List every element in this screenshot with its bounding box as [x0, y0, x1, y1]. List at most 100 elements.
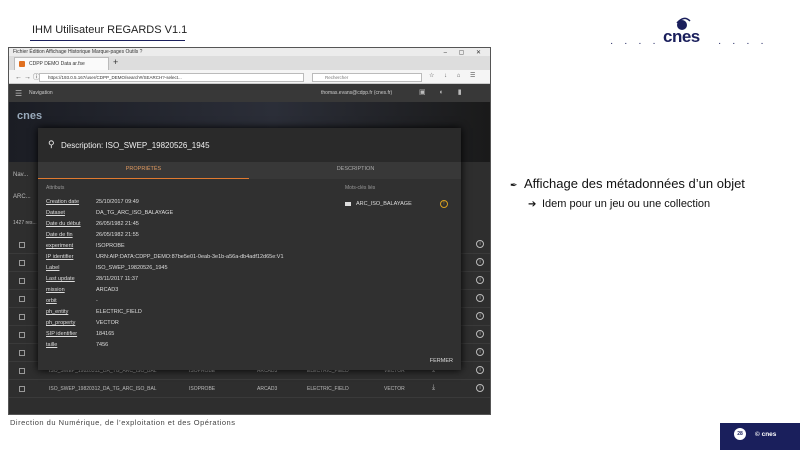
url-field[interactable]: https://193.0.5.167/user/CDPP_DEMO/searc… [39, 73, 304, 82]
browser-toolbar-icons[interactable]: ☆ ↓ ⌂ ☰ [429, 72, 479, 79]
attribute-value: VECTOR [96, 320, 119, 326]
app-logo: cnes [17, 110, 43, 122]
info-icon[interactable]: i [476, 276, 484, 284]
menu-icon[interactable]: ☰ [15, 89, 22, 98]
browser-search-field[interactable]: Rechercher [312, 73, 422, 82]
side-dataset-label[interactable]: ARC... [13, 194, 31, 200]
window-controls[interactable]: – ▢ ✕ [444, 49, 486, 56]
row-id: ISO_SWEP_19820312_DA_TG_ARC_ISO_BAL [49, 386, 157, 392]
row-checkbox[interactable] [19, 242, 25, 248]
browser-tabstrip: Fichier Édition Affichage Historique Mar… [9, 48, 490, 70]
footer-logo: © cnes [755, 431, 777, 438]
info-icon[interactable]: i [476, 348, 484, 356]
info-icon[interactable]: i [476, 240, 484, 248]
user-label[interactable]: thomas.evans@cdpp.fr (cnes.fr) [321, 90, 392, 96]
dialog-tabs: PROPRIÉTÉS DESCRIPTION [38, 162, 461, 179]
row-checkbox[interactable] [19, 350, 25, 356]
attribute-key[interactable]: Dataset [46, 210, 65, 216]
logo-dots-right: · · · · [718, 38, 768, 49]
tab-description[interactable]: DESCRIPTION [250, 162, 461, 179]
logo-dots-left: · · · · [610, 38, 660, 49]
result-count: 1427 res... [13, 220, 37, 226]
attribute-value: ISOPROBE [96, 243, 125, 249]
browser-menubar[interactable]: Fichier Édition Affichage Historique Mar… [9, 48, 490, 56]
attribute-key[interactable]: Label [46, 265, 59, 271]
screenshot: Fichier Édition Affichage Historique Mar… [8, 47, 491, 415]
info-icon[interactable]: i [476, 330, 484, 338]
label-tag-icon [345, 201, 351, 206]
attribute-value: ELECTRIC_FIELD [96, 309, 142, 315]
tags-header: Mots-clés liés [345, 185, 376, 191]
tag-label: ARC_ISO_BALAYAGE [356, 201, 412, 207]
attribute-value: 26/05/1982 21:45 [96, 221, 139, 227]
attribute-value: DA_TG_ARC_ISO_BALAYAGE [96, 210, 174, 216]
new-tab-icon[interactable]: + [113, 57, 118, 67]
row-checkbox[interactable] [19, 368, 25, 374]
address-bar: ← → ⓘ https://193.0.5.167/user/CDPP_DEMO… [9, 70, 490, 84]
dialog-title: Description: ISO_SWEP_19820526_1945 [61, 141, 210, 150]
slide: IHM Utilisateur REGARDS V1.1 · · · · cne… [0, 0, 800, 450]
bullet-main-text: Affichage des métadonnées d’un objet [524, 176, 745, 191]
info-icon[interactable]: i [476, 294, 484, 302]
warning-icon[interactable]: ! [440, 200, 448, 208]
row-checkbox[interactable] [19, 296, 25, 302]
attribute-key[interactable]: Date du début [46, 221, 81, 227]
dialog-header: ⚲ Description: ISO_SWEP_19820526_1945 [38, 128, 461, 162]
attribute-key[interactable]: taille [46, 342, 57, 348]
attribute-key[interactable]: orbit [46, 298, 57, 304]
attribute-key[interactable]: Creation date [46, 199, 79, 205]
bullet-sub: ➔ Idem pour un jeu ou une collection [528, 198, 710, 210]
attribute-value: 25/10/2017 09:49 [96, 199, 139, 205]
attribute-value: 26/05/1982 21:55 [96, 232, 139, 238]
attribute-key[interactable]: Last update [46, 276, 75, 282]
row-property: VECTOR [384, 386, 405, 392]
app-toolbar-icons[interactable]: ▣ ◐ ▮ [419, 88, 468, 96]
row-checkbox[interactable] [19, 260, 25, 266]
row-mission: ARCAD3 [257, 386, 278, 392]
row-checkbox[interactable] [19, 332, 25, 338]
download-icon[interactable]: ⤓ [432, 384, 435, 392]
page-number: 28 [734, 428, 746, 440]
footer-text: Direction du Numérique, de l’exploitatio… [10, 418, 236, 427]
attribute-key[interactable]: experiment [46, 243, 73, 249]
attribute-value: 28/11/2017 11:37 [96, 276, 139, 282]
bullet-icon: ✒ [510, 180, 518, 190]
info-icon[interactable]: i [476, 258, 484, 266]
info-icon[interactable]: i [476, 312, 484, 320]
close-button[interactable]: FERMER [430, 358, 453, 364]
metadata-dialog: ⚲ Description: ISO_SWEP_19820526_1945 PR… [38, 128, 461, 370]
slide-title: IHM Utilisateur REGARDS V1.1 [32, 24, 188, 36]
attribute-value: ISO_SWEP_19820526_1945 [96, 265, 168, 271]
bullet-sub-text: Idem pour un jeu ou une collection [542, 198, 711, 210]
tag-item[interactable]: ARC_ISO_BALAYAGE [345, 201, 412, 207]
attribute-key[interactable]: Date de fin [46, 232, 73, 238]
tab-properties[interactable]: PROPRIÉTÉS [38, 162, 249, 179]
attribute-key[interactable]: SIP identifier [46, 331, 77, 337]
attribute-value: URN:AIP:DATA:CDPP_DEMO:87be5e01-0eab-3e1… [96, 254, 284, 260]
attributes-header: Attributs [46, 185, 65, 191]
row-experiment: ISOPROBE [189, 386, 216, 392]
bullet-main: ✒ Affichage des métadonnées d’un objet [510, 176, 745, 191]
browser-tab[interactable]: CDPP DEMO Data ar.fse [14, 57, 109, 70]
attribute-key[interactable]: ph_entity [46, 309, 68, 315]
row-checkbox[interactable] [19, 314, 25, 320]
row-checkbox[interactable] [19, 386, 25, 392]
row-checkbox[interactable] [19, 278, 25, 284]
back-forward-icon[interactable]: ← → ⓘ [15, 72, 40, 82]
attribute-key[interactable]: mission [46, 287, 65, 293]
location-pin-icon: ⚲ [48, 139, 55, 149]
table-row[interactable]: ISO_SWEP_19820312_DA_TG_ARC_ISO_BAL ISOP… [9, 380, 490, 398]
info-icon[interactable]: i [476, 366, 484, 374]
attribute-key[interactable]: IP identifier [46, 254, 73, 260]
tab-label: CDPP DEMO Data ar.fse [29, 61, 85, 67]
tab-favicon-icon [19, 61, 25, 67]
attribute-value: ARCAD3 [96, 287, 119, 293]
cnes-logo: · · · · cnes · · · · [600, 8, 770, 49]
attribute-value: - [96, 298, 98, 304]
attribute-value: 7456 [96, 342, 109, 348]
attribute-key[interactable]: ph_property [46, 320, 75, 326]
side-nav-label[interactable]: Nav... [13, 172, 28, 178]
nav-label[interactable]: Navigation [29, 90, 53, 96]
row-entity: ELECTRIC_FIELD [307, 386, 349, 392]
info-icon[interactable]: i [476, 384, 484, 392]
